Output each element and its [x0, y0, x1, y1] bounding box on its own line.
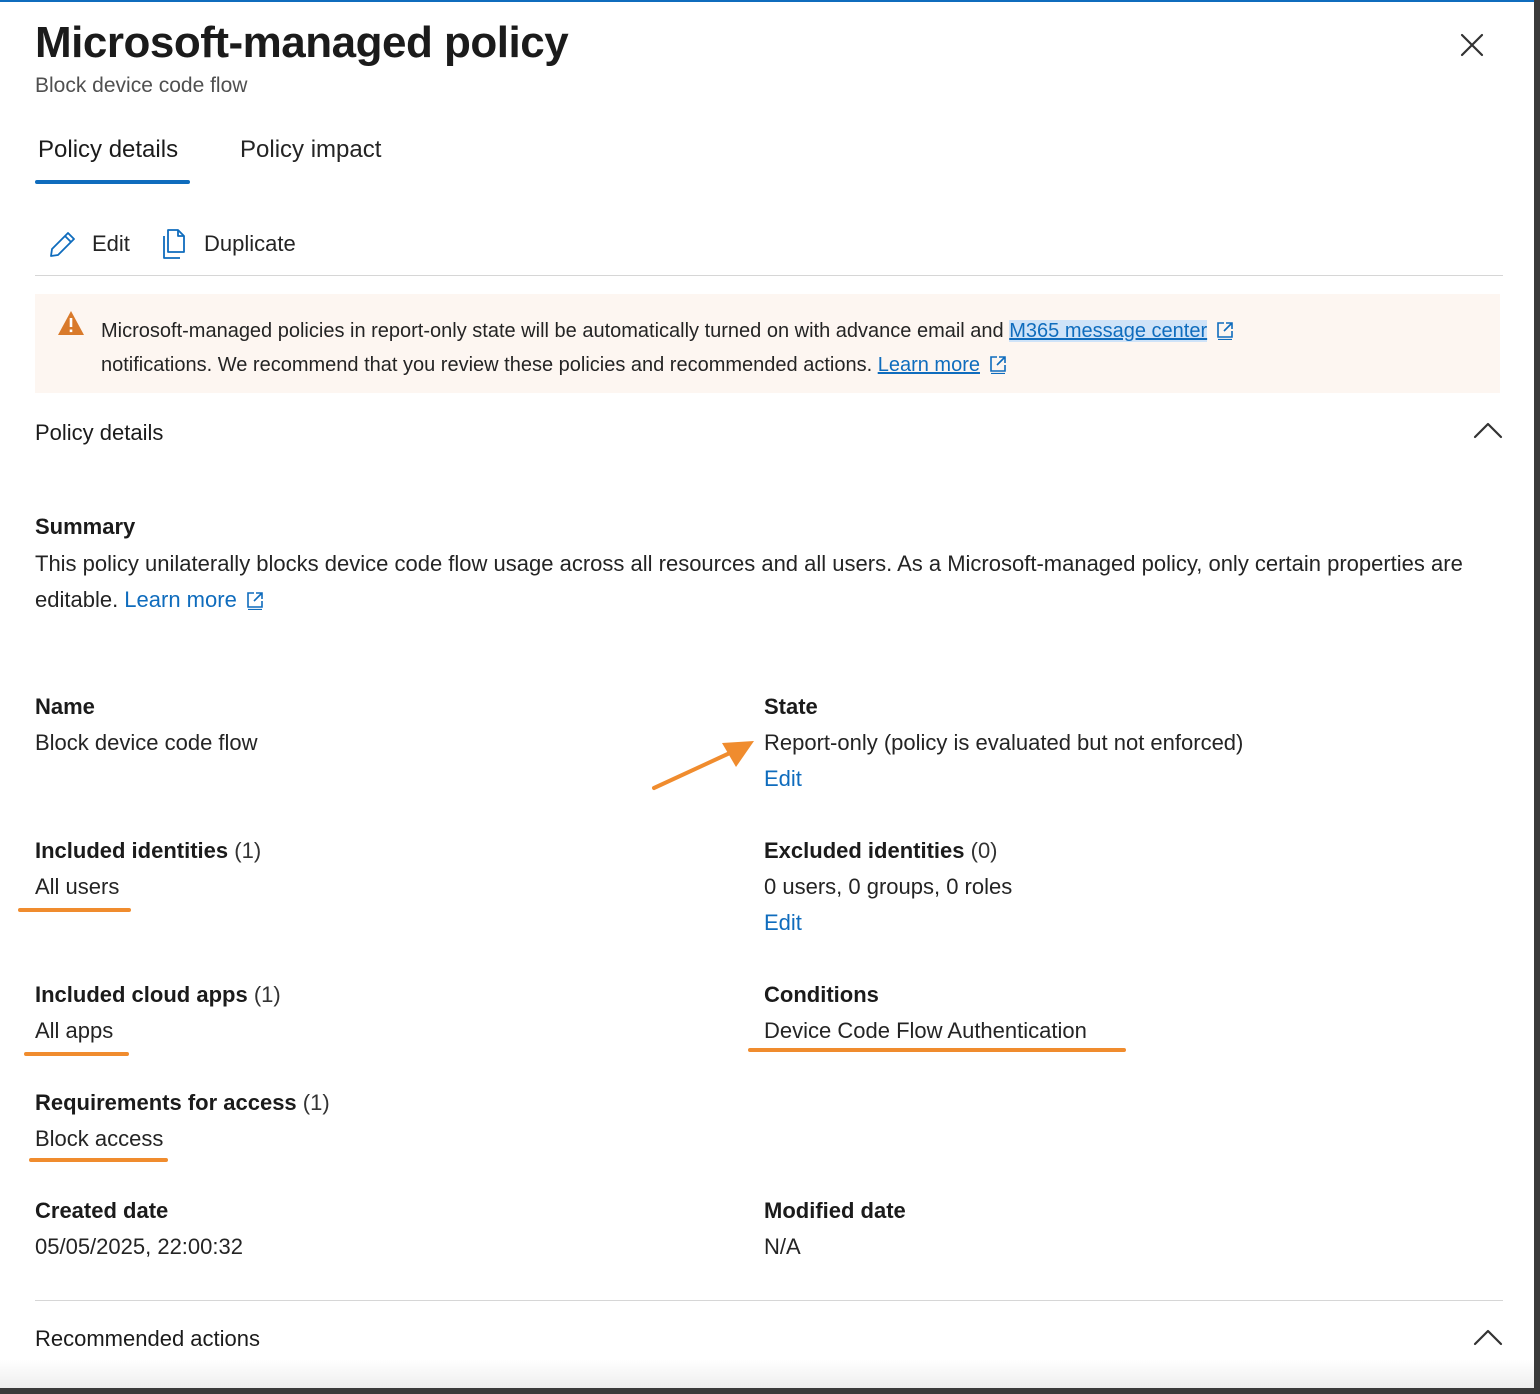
window-bottom-border — [0, 1388, 1540, 1394]
policy-details-section-title: Policy details — [35, 420, 164, 445]
included-cloud-apps-count: (1) — [253, 982, 281, 1007]
edit-state-link[interactable]: Edit — [764, 766, 802, 792]
banner-message-part2: notifications. We recommend that you rev… — [101, 354, 878, 376]
active-tab-indicator — [35, 180, 190, 184]
requirements-label: Requirements for access (1) — [35, 1090, 330, 1116]
recommended-actions-section-title: Recommended actions — [35, 1326, 261, 1351]
toolbar-divider — [35, 275, 1503, 276]
close-icon — [1460, 33, 1484, 57]
requirements-value: Block access — [35, 1126, 164, 1151]
banner-message-part1: Microsoft-managed policies in report-onl… — [101, 320, 1010, 342]
collapse-recommended-actions-chevron-up-icon[interactable] — [1472, 1327, 1504, 1347]
requirements-count: (1) — [302, 1090, 330, 1115]
pencil-icon — [50, 232, 75, 257]
warning-icon — [58, 311, 84, 335]
close-button[interactable] — [1453, 26, 1491, 64]
banner-learn-more-link[interactable]: Learn more — [878, 354, 980, 376]
bottom-fade — [0, 1360, 1534, 1388]
external-link-icon[interactable] — [245, 590, 265, 610]
included-cloud-apps-label-text: Included cloud apps — [35, 982, 248, 1007]
annotation-underline — [748, 1048, 1126, 1052]
edit-button[interactable]: Edit — [48, 224, 130, 264]
conditions-value: Device Code Flow Authentication — [764, 1018, 1087, 1043]
copy-icon — [163, 229, 185, 259]
summary-learn-more-link[interactable]: Learn more — [124, 587, 237, 612]
warning-banner-text: Microsoft-managed policies in report-onl… — [101, 314, 1481, 382]
duplicate-button-label: Duplicate — [204, 231, 296, 256]
summary-text: This policy unilaterally blocks device c… — [35, 546, 1505, 618]
page-title: Microsoft-managed policy — [35, 18, 569, 67]
included-identities-label-text: Included identities — [35, 838, 229, 863]
created-date-value: 05/05/2025, 22:00:32 — [35, 1234, 243, 1259]
annotation-underline — [29, 1158, 168, 1162]
excluded-identities-label: Excluded identities (0) — [764, 838, 998, 864]
tab-policy-details[interactable]: Policy details — [38, 136, 178, 164]
summary-label: Summary — [35, 514, 136, 539]
modified-date-value: N/A — [764, 1234, 801, 1259]
excluded-identities-label-text: Excluded identities — [764, 838, 965, 863]
state-value: Report-only (policy is evaluated but not… — [764, 730, 1244, 755]
name-label: Name — [35, 694, 95, 719]
modified-date-label: Modified date — [764, 1198, 906, 1223]
external-link-icon[interactable] — [988, 354, 1008, 374]
excluded-identities-count: (0) — [970, 838, 998, 863]
created-date-label: Created date — [35, 1198, 169, 1223]
duplicate-button[interactable]: Duplicate — [160, 224, 296, 264]
included-identities-label: Included identities (1) — [35, 838, 261, 864]
annotation-underline — [24, 1052, 129, 1056]
window-top-border — [0, 0, 1540, 2]
included-identities-count: (1) — [234, 838, 262, 863]
window-right-border — [1534, 0, 1540, 1394]
annotation-arrow — [652, 741, 754, 790]
conditions-label: Conditions — [764, 982, 879, 1007]
name-value: Block device code flow — [35, 730, 258, 755]
page-subtitle: Block device code flow — [35, 74, 248, 97]
m365-message-center-link[interactable]: M365 message center — [1009, 320, 1208, 342]
excluded-identities-value: 0 users, 0 groups, 0 roles — [764, 874, 1013, 899]
tab-policy-impact[interactable]: Policy impact — [240, 136, 381, 164]
included-cloud-apps-value: All apps — [35, 1018, 114, 1043]
edit-button-label: Edit — [92, 231, 130, 256]
annotation-underline — [18, 908, 131, 912]
requirements-label-text: Requirements for access — [35, 1090, 297, 1115]
collapse-policy-details-chevron-up-icon[interactable] — [1472, 420, 1504, 440]
included-cloud-apps-label: Included cloud apps (1) — [35, 982, 281, 1008]
state-label: State — [764, 694, 818, 719]
edit-excluded-identities-link[interactable]: Edit — [764, 910, 802, 936]
warning-banner: Microsoft-managed policies in report-onl… — [35, 294, 1500, 393]
included-identities-value: All users — [35, 874, 120, 899]
external-link-icon[interactable] — [1215, 320, 1235, 340]
section-divider — [35, 1300, 1503, 1301]
